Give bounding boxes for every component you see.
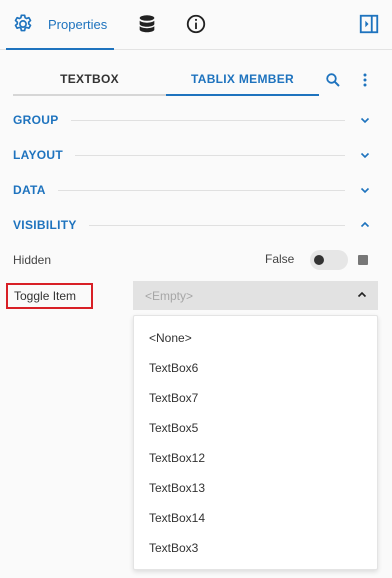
tab-textbox[interactable]: TEXTBOX xyxy=(13,64,166,96)
section-group-title: GROUP xyxy=(13,113,59,127)
chevron-up-icon xyxy=(360,221,370,228)
section-visibility-title: VISIBILITY xyxy=(13,218,77,232)
toggle-item-dropdown: <None> TextBox6 TextBox7 TextBox5 TextBo… xyxy=(133,315,378,570)
hidden-toggle[interactable] xyxy=(310,250,348,270)
properties-panel: Properties TEXTBOX TABLIX MEMBER GROUP L… xyxy=(0,0,392,578)
dropdown-option[interactable]: TextBox7 xyxy=(134,383,377,413)
section-layout[interactable]: LAYOUT xyxy=(13,145,371,165)
toggle-item-placeholder: <Empty> xyxy=(145,288,194,303)
section-divider xyxy=(88,224,345,226)
dropdown-option[interactable]: TextBox5 xyxy=(134,413,377,443)
tab-properties-label: Properties xyxy=(48,16,108,32)
more-options-icon[interactable] xyxy=(357,72,373,88)
expression-square-icon[interactable] xyxy=(358,255,368,265)
toggle-item-label-text: Toggle Item xyxy=(14,289,77,303)
toggle-item-label: Toggle Item xyxy=(6,283,93,309)
hidden-row: Hidden False xyxy=(13,250,371,272)
tab-properties[interactable]: Properties xyxy=(6,0,114,50)
dropdown-option[interactable]: TextBox14 xyxy=(134,503,377,533)
hidden-label: Hidden xyxy=(13,253,52,267)
dropdown-option[interactable]: TextBox12 xyxy=(134,443,377,473)
info-icon[interactable] xyxy=(185,13,207,35)
chevron-down-icon xyxy=(360,117,370,124)
search-icon[interactable] xyxy=(325,72,341,88)
panel-toolbar: Properties xyxy=(0,0,392,50)
gear-icon xyxy=(14,14,32,32)
section-layout-title: LAYOUT xyxy=(13,148,64,162)
hidden-value: False xyxy=(265,252,295,266)
section-data-title: DATA xyxy=(13,183,46,197)
section-divider xyxy=(75,154,345,156)
dropdown-option[interactable]: TextBox3 xyxy=(134,533,377,563)
dropdown-option[interactable]: TextBox6 xyxy=(134,353,377,383)
collapse-panel-icon[interactable] xyxy=(358,13,380,35)
database-icon[interactable] xyxy=(136,13,158,35)
toggle-item-combobox[interactable]: <Empty> xyxy=(133,281,378,310)
section-group[interactable]: GROUP xyxy=(13,110,371,130)
section-divider xyxy=(70,119,345,121)
subtabs: TEXTBOX TABLIX MEMBER xyxy=(13,64,379,96)
toggle-knob xyxy=(314,255,324,265)
dropdown-option[interactable]: <None> xyxy=(134,323,377,353)
chevron-down-icon xyxy=(360,152,370,159)
section-visibility[interactable]: VISIBILITY xyxy=(13,215,371,235)
chevron-up-icon xyxy=(357,291,367,298)
tab-tablix-member[interactable]: TABLIX MEMBER xyxy=(166,64,319,96)
section-divider xyxy=(57,189,345,191)
section-data[interactable]: DATA xyxy=(13,180,371,200)
dropdown-option[interactable]: TextBox13 xyxy=(134,473,377,503)
chevron-down-icon xyxy=(360,187,370,194)
